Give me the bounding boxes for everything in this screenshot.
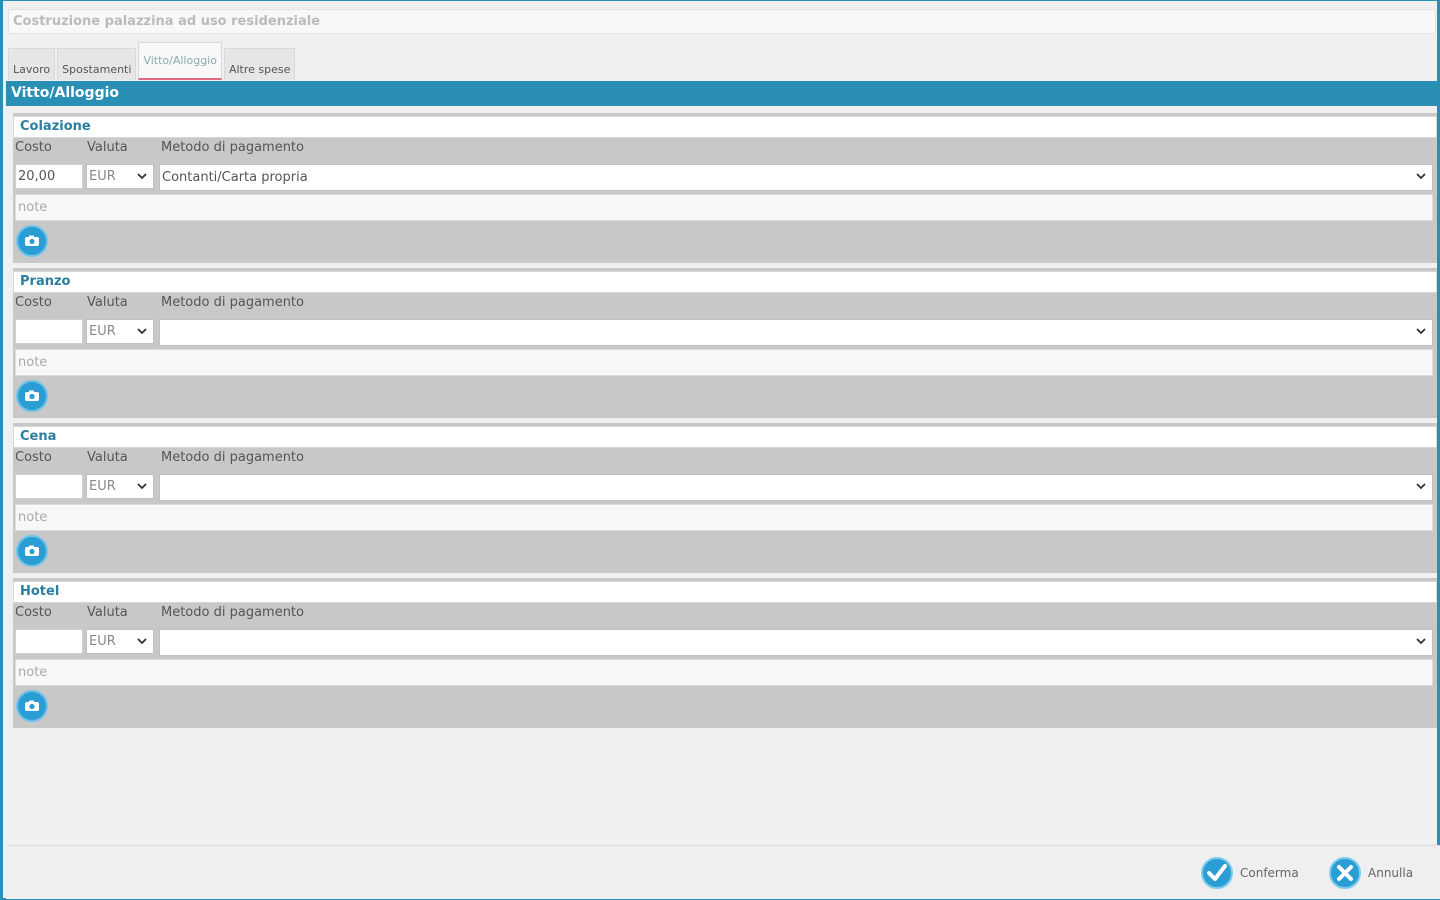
expense-group-colazione: Colazione Costo Valuta Metodo di pagamen… — [13, 113, 1437, 263]
tab-spostamenti[interactable]: Spostamenti — [57, 48, 137, 80]
metodo-value: Contanti/Carta propria — [162, 170, 308, 185]
valuta-value: EUR — [89, 634, 116, 649]
costo-input[interactable] — [15, 629, 83, 654]
chevron-down-icon — [137, 328, 147, 335]
valuta-label: Valuta — [87, 295, 128, 310]
valuta-value: EUR — [89, 169, 116, 184]
group-title: Pranzo — [13, 271, 1437, 293]
confirm-label: Conferma — [1240, 866, 1299, 880]
costo-input[interactable] — [15, 474, 83, 499]
costo-label: Costo — [15, 450, 52, 465]
metodo-label: Metodo di pagamento — [161, 140, 304, 155]
app-window: Costruzione palazzina ad uso residenzial… — [0, 0, 1440, 900]
chevron-down-icon — [1416, 173, 1426, 180]
group-title: Cena — [13, 426, 1437, 448]
tab-vitto-alloggio[interactable]: Vitto/Alloggio — [138, 42, 222, 80]
expense-group-hotel: Hotel Costo Valuta Metodo di pagamento E… — [13, 578, 1437, 728]
camera-icon — [25, 700, 39, 711]
metodo-label: Metodo di pagamento — [161, 605, 304, 620]
note-input[interactable]: note — [15, 659, 1433, 686]
metodo-select[interactable] — [159, 319, 1433, 346]
note-input[interactable]: note — [15, 349, 1433, 376]
attach-photo-button[interactable] — [16, 380, 48, 412]
tab-bar: Lavoro Spostamenti Vitto/Alloggio Altre … — [8, 41, 297, 80]
x-circle-icon — [1329, 857, 1361, 889]
note-input[interactable]: note — [15, 194, 1433, 221]
expense-group-pranzo: Pranzo Costo Valuta Metodo di pagamento … — [13, 268, 1437, 418]
valuta-select[interactable]: EUR — [86, 319, 154, 344]
camera-icon — [25, 235, 39, 246]
group-title: Hotel — [13, 581, 1437, 603]
metodo-select[interactable] — [159, 629, 1433, 656]
attach-photo-button[interactable] — [16, 535, 48, 567]
valuta-value: EUR — [89, 479, 116, 494]
confirm-button[interactable]: Conferma — [1200, 856, 1299, 890]
valuta-select[interactable]: EUR — [86, 164, 154, 189]
camera-icon — [25, 545, 39, 556]
metodo-select[interactable] — [159, 474, 1433, 501]
chevron-down-icon — [1416, 483, 1426, 490]
tab-altre-spese[interactable]: Altre spese — [223, 48, 296, 80]
metodo-label: Metodo di pagamento — [161, 450, 304, 465]
group-title: Colazione — [13, 116, 1437, 138]
expense-group-cena: Cena Costo Valuta Metodo di pagamento EU… — [13, 423, 1437, 573]
costo-label: Costo — [15, 295, 52, 310]
valuta-label: Valuta — [87, 605, 128, 620]
metodo-select[interactable]: Contanti/Carta propria — [159, 164, 1433, 191]
valuta-select[interactable]: EUR — [86, 474, 154, 499]
chevron-down-icon — [1416, 328, 1426, 335]
camera-icon — [25, 390, 39, 401]
chevron-down-icon — [137, 173, 147, 180]
project-title-field[interactable]: Costruzione palazzina ad uso residenzial… — [8, 9, 1436, 34]
chevron-down-icon — [1416, 638, 1426, 645]
valuta-label: Valuta — [87, 450, 128, 465]
cancel-label: Annulla — [1368, 866, 1414, 880]
metodo-label: Metodo di pagamento — [161, 295, 304, 310]
attach-photo-button[interactable] — [16, 225, 48, 257]
note-input[interactable]: note — [15, 504, 1433, 531]
footer-bar: Conferma Annulla — [6, 845, 1440, 899]
costo-input[interactable]: 20,00 — [15, 164, 83, 189]
chevron-down-icon — [137, 638, 147, 645]
valuta-value: EUR — [89, 324, 116, 339]
attach-photo-button[interactable] — [16, 690, 48, 722]
costo-input[interactable] — [15, 319, 83, 344]
cancel-button[interactable]: Annulla — [1328, 856, 1413, 890]
costo-label: Costo — [15, 605, 52, 620]
costo-label: Costo — [15, 140, 52, 155]
tab-lavoro[interactable]: Lavoro — [8, 48, 56, 80]
chevron-down-icon — [137, 483, 147, 490]
valuta-select[interactable]: EUR — [86, 629, 154, 654]
section-header: Vitto/Alloggio — [6, 81, 1440, 106]
check-circle-icon — [1201, 857, 1233, 889]
valuta-label: Valuta — [87, 140, 128, 155]
